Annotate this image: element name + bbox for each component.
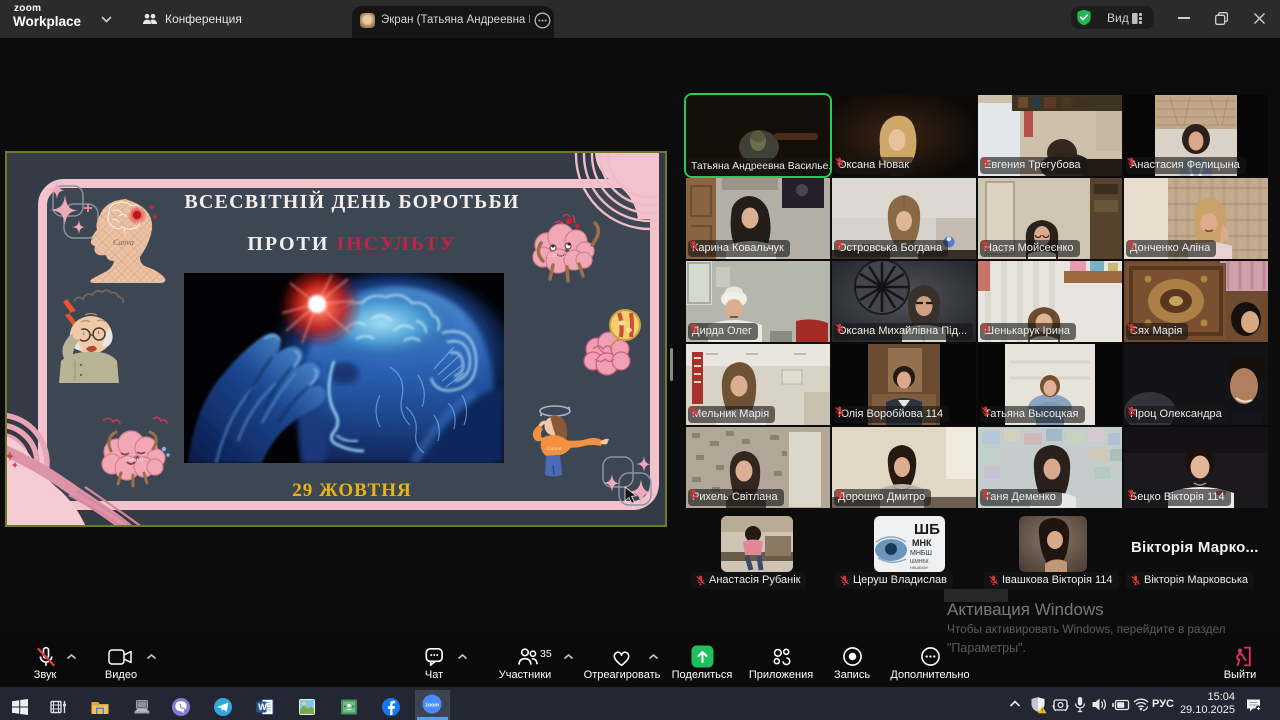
svg-text:W: W (258, 702, 267, 712)
svg-text:Canva: Canva (125, 455, 144, 463)
svg-text:ШБ: ШБ (914, 521, 940, 538)
svg-text:zoom: zoom (425, 702, 439, 708)
svg-text:МНБШ: МНБШ (910, 550, 932, 557)
svg-text:НКШБМИ: НКШБМИ (910, 565, 928, 570)
svg-text:МНК: МНК (912, 538, 932, 548)
svg-text:Canva: Canva (547, 446, 562, 452)
